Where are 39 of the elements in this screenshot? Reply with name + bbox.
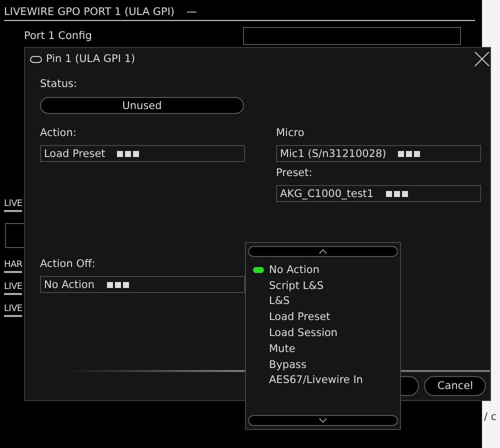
dropdown-item[interactable]: Script L&S [248,278,398,294]
panel-text: / c [484,411,497,423]
more-icon [117,150,140,156]
cancel-button[interactable]: Cancel [424,376,486,396]
field-label: Action Off: [40,257,96,271]
section-title[interactable]: HAR [4,260,22,273]
field-label: Status: [40,77,77,91]
more-icon [106,282,129,288]
dropdown-item[interactable]: Bypass [248,356,398,373]
dropdown-item[interactable]: AES67/Livewire In [248,372,398,388]
section-title[interactable]: LIVE [4,304,22,317]
select-field[interactable]: Mic1 (S/n31210028) [276,145,481,162]
chevron-up-icon [319,249,327,254]
chevron-down-icon [319,418,327,423]
dropdown-item[interactable]: Mute [248,340,398,357]
scroll-up-button[interactable] [248,246,398,257]
collapse-toggle[interactable]: — [186,6,198,18]
close-icon[interactable] [474,51,490,67]
field-label: Action: [40,126,76,140]
section-title[interactable]: LIVE [4,199,22,212]
dialog-title: Pin 1 (ULA GPI 1) [46,53,136,65]
section-title[interactable]: LIVE [4,282,22,295]
dropdown-item[interactable]: L&S [248,294,398,310]
select-field[interactable]: Load Preset [40,145,245,162]
section-title: LIVEWIRE GPO PORT 1 (ULA GPI) [4,6,175,18]
field-label: Preset: [276,166,312,180]
more-icon [398,150,420,156]
status-pill: Unused [40,97,244,114]
scroll-down-button[interactable] [248,415,398,426]
more-icon [386,190,408,196]
select-field[interactable]: No Action [40,276,245,293]
dropdown-item[interactable]: Load Preset [248,309,398,326]
dropdown-item[interactable]: No Action [248,262,398,278]
config-label: Port 1 Config [24,30,93,42]
select-field[interactable]: AKG_C1000_test1 [276,185,481,202]
field-label: Micro [276,126,304,140]
config-field[interactable] [243,27,461,45]
dropdown-item[interactable]: Load Session [248,325,398,341]
pill-icon [30,56,42,62]
